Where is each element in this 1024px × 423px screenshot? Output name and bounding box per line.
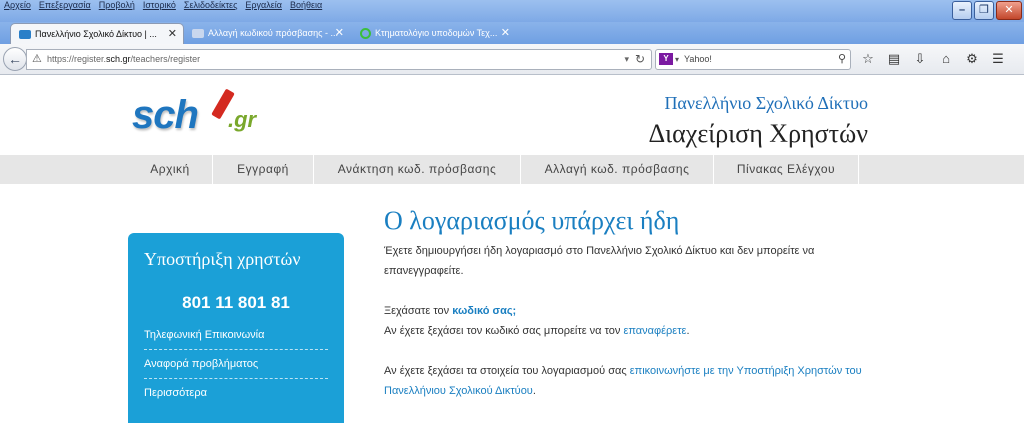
restore-icon[interactable]: ❐ — [974, 1, 994, 20]
nav-dashboard[interactable]: Πίνακας Ελέγχου — [714, 155, 858, 184]
loading-spinner-icon — [360, 28, 371, 40]
close-window-icon[interactable]: ✕ — [996, 1, 1022, 20]
menu-view[interactable]: Προβολή — [99, 0, 135, 11]
nav-divider — [858, 155, 859, 184]
sch-favicon-icon — [19, 30, 31, 40]
search-bar[interactable]: Y ▾ Yahoo! ⚲ — [655, 49, 851, 70]
home-icon[interactable]: ⌂ — [933, 50, 959, 68]
logo-text: sch — [132, 93, 199, 137]
tab-sch-home[interactable]: Πανελλήνιο Σχολικό Δίκτυο | ... ✕ — [10, 23, 184, 45]
contact-support-line: Αν έχετε ξεχάσει τα στοιχεία του λογαρια… — [384, 361, 894, 401]
menu-help[interactable]: Βοήθεια — [290, 0, 322, 11]
yahoo-engine-icon[interactable]: Y — [659, 53, 673, 65]
reset-password-line: Αν έχετε ξεχάσει τον κωδικό σας μπορείτε… — [384, 321, 894, 341]
search-icon[interactable]: ⚲ — [838, 50, 846, 69]
page-title: Διαχείριση Χρηστών — [648, 119, 868, 148]
sidebar-link-report-problem[interactable]: Αναφορά προβλήματος — [144, 358, 328, 379]
menu-bookmarks[interactable]: Σελιδοδείκτες — [184, 0, 238, 11]
menu-bar: Αρχείο Επεξεργασία Προβολή Ιστορικό Σελι… — [4, 0, 330, 11]
tab-label: Αλλαγή κωδικού πρόσβασης - ... — [208, 28, 338, 38]
sidebar-title: Υποστήριξη χρηστών — [144, 249, 301, 269]
sidebar-link-phone-contact[interactable]: Τηλεφωνική Επικοινωνία — [144, 329, 328, 350]
url-dropdown-icon[interactable]: ▾ — [624, 50, 629, 69]
contact-prefix: Αν έχετε ξεχάσει τα στοιχεία του λογαρια… — [384, 365, 630, 377]
reset-password-link[interactable]: επαναφέρετε — [623, 325, 686, 337]
account-exists-text: Έχετε δημιουργήσει ήδη λογαριασμό στο Πα… — [384, 245, 815, 277]
window-titlebar: Αρχείο Επεξεργασία Προβολή Ιστορικό Σελι… — [0, 0, 1024, 22]
navigation-toolbar: ← ⚠ https://register.sch.gr/teachers/reg… — [0, 44, 1024, 75]
hamburger-menu-icon[interactable]: ☰ — [985, 50, 1011, 68]
reading-list-icon[interactable]: ▤ — [881, 50, 907, 68]
forgot-prefix: Ξεχάσατε τον — [384, 305, 453, 317]
reset-suffix: . — [686, 325, 690, 337]
page-favicon-icon — [192, 29, 204, 39]
tab-label: Κτηματολόγιο υποδομών Τεχ... — [375, 28, 498, 38]
menu-edit[interactable]: Επεξεργασία — [39, 0, 91, 11]
menu-history[interactable]: Ιστορικό — [143, 0, 176, 11]
engine-dropdown-icon[interactable]: ▾ — [675, 50, 679, 69]
reload-icon[interactable]: ↻ — [635, 50, 645, 69]
back-arrow-icon[interactable]: ← — [3, 47, 27, 71]
tab-strip: Πανελλήνιο Σχολικό Δίκτυο | ... ✕ Αλλαγή… — [0, 22, 1024, 62]
reset-prefix: Αν έχετε ξεχάσει τον κωδικό σας μπορείτε… — [384, 325, 624, 337]
contact-suffix: . — [532, 385, 536, 397]
site-subtitle: Πανελλήνιο Σχολικό Δίκτυο — [664, 93, 868, 113]
nav-recover-password[interactable]: Ανάκτηση κωδ. πρόσβασης — [314, 155, 520, 184]
minimize-icon[interactable]: – — [952, 1, 972, 20]
menu-tools[interactable]: Εργαλεία — [245, 0, 282, 11]
url-text: https://register.sch.gr/teachers/registe… — [47, 54, 201, 64]
bookmark-star-icon[interactable]: ☆ — [855, 50, 881, 68]
search-placeholder: Yahoo! — [684, 54, 712, 64]
warning-lock-icon[interactable]: ⚠ — [32, 52, 42, 65]
password-link[interactable]: κωδικό σας; — [452, 305, 516, 317]
addon-icon[interactable]: ⚙ — [959, 50, 985, 68]
tab-label: Πανελλήνιο Σχολικό Δίκτυο | ... — [35, 29, 157, 39]
web-page: sch .gr Πανελλήνιο Σχολικό Δίκτυο Διαχεί… — [0, 75, 1024, 423]
downloads-icon[interactable]: ⇩ — [907, 50, 933, 68]
address-bar[interactable]: ⚠ https://register.sch.gr/teachers/regis… — [26, 49, 652, 70]
menu-file[interactable]: Αρχείο — [4, 0, 31, 11]
sch-logo[interactable]: sch .gr — [132, 88, 272, 137]
main-navigation: Αρχική Εγγραφή Ανάκτηση κωδ. πρόσβασης Α… — [0, 155, 1024, 184]
sidebar-link-more[interactable]: Περισσότερα — [144, 387, 328, 407]
content-heading: Ο λογαριασμός υπάρχει ήδη — [384, 206, 680, 235]
nav-register[interactable]: Εγγραφή — [213, 155, 313, 184]
forgot-password-line: Ξεχάσατε τον κωδικό σας; — [384, 301, 894, 321]
close-tab-icon[interactable]: ✕ — [335, 23, 344, 44]
nav-change-password[interactable]: Αλλαγή κωδ. πρόσβασης — [521, 155, 713, 184]
toolbar-icons: ☆ ▤ ⇩ ⌂ ⚙ ☰ — [855, 50, 1011, 68]
support-phone: 801 11 801 81 — [182, 293, 290, 312]
window-controls: – ❐ ✕ — [952, 1, 1022, 20]
tab-cadastre[interactable]: Κτηματολόγιο υποδομών Τεχ... ✕ — [352, 23, 516, 44]
nav-home[interactable]: Αρχική — [128, 155, 212, 184]
close-tab-icon[interactable]: ✕ — [501, 23, 510, 44]
support-sidebar: Υποστήριξη χρηστών 801 11 801 81 Τηλεφων… — [128, 233, 344, 423]
close-tab-icon[interactable]: ✕ — [168, 24, 177, 45]
logo-suffix: .gr — [228, 107, 257, 132]
tab-change-password[interactable]: Αλλαγή κωδικού πρόσβασης - ... ✕ — [184, 23, 350, 44]
